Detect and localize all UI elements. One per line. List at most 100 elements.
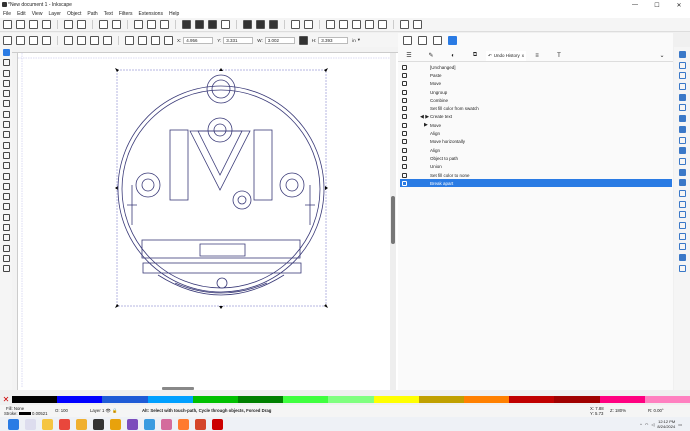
menu-file[interactable]: File: [3, 11, 11, 17]
zoom-page-icon[interactable]: [208, 20, 217, 29]
visibility-icon[interactable]: 👁: [106, 408, 111, 413]
3d-box-tool-icon[interactable]: [2, 110, 10, 118]
pages-tool-icon[interactable]: [2, 265, 10, 273]
swatch-lime[interactable]: [283, 396, 329, 403]
photos-icon[interactable]: [161, 418, 172, 430]
history-item[interactable]: Object to path: [400, 154, 672, 162]
chrome-icon[interactable]: [59, 418, 70, 430]
dropper-tool-icon[interactable]: [2, 193, 10, 201]
snap-toggle-icon[interactable]: [403, 35, 412, 45]
menu-filters[interactable]: Filters: [119, 11, 133, 17]
zoom-selection-icon[interactable]: [182, 20, 191, 29]
menu-extensions[interactable]: Extensions: [139, 11, 163, 17]
snap-path-icon[interactable]: [678, 104, 686, 112]
swatch-orange[interactable]: [464, 396, 510, 403]
gradient-tool-icon[interactable]: [2, 172, 10, 180]
horizontal-ruler[interactable]: [12, 47, 398, 53]
swatch-olive[interactable]: [418, 396, 465, 403]
mail-icon[interactable]: [110, 418, 121, 430]
vertical-scroll-thumb[interactable]: [391, 196, 395, 244]
lock-ratio-icon[interactable]: [298, 35, 308, 45]
snap-grid-icon[interactable]: [678, 200, 686, 208]
tab-layers-icon[interactable]: ☰: [398, 51, 420, 61]
group-icon[interactable]: [291, 20, 300, 29]
redo-icon[interactable]: [112, 20, 121, 29]
history-item[interactable]: Move horizontally: [400, 138, 672, 146]
zoom-value[interactable]: 180%: [615, 408, 626, 413]
paint-bucket-tool-icon[interactable]: [2, 203, 10, 211]
tab-undo-history[interactable]: ↶ Undo History x: [486, 50, 526, 61]
swatch-light-green[interactable]: [328, 396, 374, 403]
swatch-dark-green[interactable]: [238, 396, 284, 403]
text-font-icon[interactable]: [339, 20, 348, 29]
minimize-icon[interactable]: —: [624, 0, 646, 10]
history-item[interactable]: Align: [400, 146, 672, 154]
menu-text[interactable]: Text: [104, 11, 113, 17]
snap-expand-icon[interactable]: [678, 264, 686, 272]
raise-icon[interactable]: [138, 35, 147, 45]
store-icon[interactable]: [144, 418, 155, 430]
close-tab-icon[interactable]: x: [522, 53, 524, 58]
rotate-cw-icon[interactable]: [77, 35, 86, 45]
tray-chevron-icon[interactable]: ^: [640, 422, 642, 427]
save-icon[interactable]: [64, 20, 73, 29]
display-mode-icon[interactable]: [433, 35, 442, 45]
opacity-value[interactable]: 100: [61, 408, 68, 413]
windows-start-icon[interactable]: [8, 418, 19, 430]
snap-objects-icon[interactable]: [678, 232, 686, 240]
menu-help[interactable]: Help: [169, 11, 179, 17]
history-item[interactable]: Set fill color to none: [400, 171, 672, 179]
x-input[interactable]: 4.956: [183, 36, 214, 44]
snap-bbox-edge-icon[interactable]: [678, 72, 686, 80]
pdf-icon[interactable]: [212, 418, 223, 430]
wifi-icon[interactable]: ◠: [645, 422, 649, 427]
new-document-icon[interactable]: [3, 20, 12, 29]
unlink-clone-icon[interactable]: [269, 20, 278, 29]
history-item[interactable]: Paste: [400, 71, 672, 79]
inkscape-taskbar-icon[interactable]: [93, 418, 104, 430]
deselect-icon[interactable]: [29, 35, 38, 45]
zoom-drawing-icon[interactable]: [195, 20, 204, 29]
expand-caret-icon[interactable]: ◀ ▶: [420, 114, 429, 120]
app-icon[interactable]: [127, 418, 138, 430]
stroke-width-value[interactable]: 0.00521: [32, 411, 48, 416]
history-item[interactable]: Ungroup: [400, 88, 672, 96]
lower-to-bottom-icon[interactable]: [164, 35, 173, 45]
export-icon[interactable]: [77, 20, 86, 29]
history-item[interactable]: Align: [400, 129, 672, 137]
menu-edit[interactable]: Edit: [17, 11, 26, 17]
snap-bbox-icon[interactable]: [678, 61, 686, 69]
measure-tool-icon[interactable]: [2, 244, 10, 252]
maximize-icon[interactable]: ☐: [646, 0, 668, 10]
lock-icon[interactable]: 🔒: [112, 408, 117, 413]
tab-align-icon[interactable]: ≡: [526, 51, 548, 61]
pen-tool-icon[interactable]: [2, 131, 10, 139]
menu-object[interactable]: Object: [67, 11, 81, 17]
tab-text-icon[interactable]: T: [548, 51, 570, 61]
volume-icon[interactable]: ◁: [651, 422, 654, 427]
import-icon[interactable]: [29, 20, 38, 29]
mesh-tool-icon[interactable]: [2, 182, 10, 190]
pencil-tool-icon[interactable]: [2, 141, 10, 149]
history-item[interactable]: ▶ Move: [400, 121, 672, 129]
menu-layer[interactable]: Layer: [48, 11, 61, 17]
snap-guide-icon[interactable]: [678, 211, 686, 219]
fill-stroke-icon[interactable]: [326, 20, 335, 29]
tab-objects-icon[interactable]: ⧉: [464, 51, 486, 61]
media-icon[interactable]: [178, 418, 189, 430]
snap-page-icon[interactable]: [678, 189, 686, 197]
text-tool-icon[interactable]: [2, 162, 10, 170]
select-all-icon[interactable]: [3, 35, 12, 45]
swatch-green[interactable]: [192, 396, 239, 403]
selector-tool-icon[interactable]: [2, 49, 10, 56]
snap-center-icon[interactable]: [678, 157, 686, 165]
snap-others-icon[interactable]: [678, 222, 686, 229]
notifications-icon[interactable]: ▭: [678, 422, 682, 427]
tab-fill-stroke-icon[interactable]: ✎: [420, 51, 442, 61]
swatch-magenta[interactable]: [599, 396, 645, 403]
swatch-yellow[interactable]: [373, 396, 419, 403]
node-tool-icon[interactable]: [2, 59, 10, 67]
calligraphy-tool-icon[interactable]: [2, 151, 10, 159]
tab-swatches-icon[interactable]: ◐: [442, 51, 464, 61]
snap-bbox-corner-icon[interactable]: [678, 83, 686, 91]
